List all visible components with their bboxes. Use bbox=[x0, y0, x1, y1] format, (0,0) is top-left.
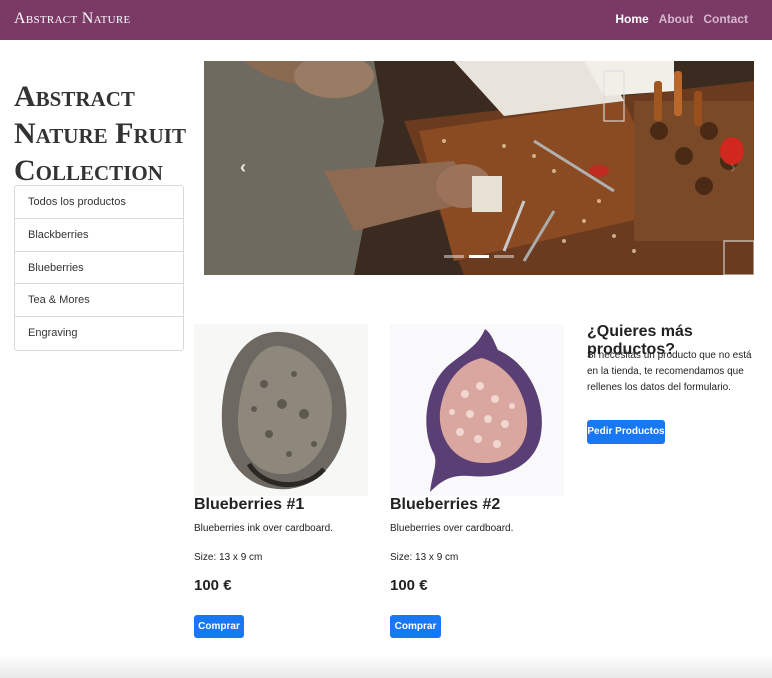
nav-link-contact[interactable]: Contact bbox=[703, 12, 748, 26]
product-name: Blueberries #1 bbox=[194, 496, 305, 513]
brand-logo[interactable]: Abstract Nature bbox=[14, 10, 131, 28]
category-item-tea-mores[interactable]: Tea & Mores bbox=[15, 284, 183, 318]
product-artwork-1 bbox=[194, 324, 368, 496]
carousel-next-icon[interactable]: › bbox=[730, 157, 736, 178]
nav-link-about[interactable]: About bbox=[659, 12, 694, 26]
product-name: Blueberries #2 bbox=[390, 496, 501, 513]
request-products-button[interactable]: Pedir Productos bbox=[587, 420, 665, 444]
product-price: 100 € bbox=[194, 577, 232, 594]
carousel-indicator-1[interactable] bbox=[444, 255, 464, 258]
product-size: Size: 13 x 9 cm bbox=[390, 552, 459, 563]
product-size: Size: 13 x 9 cm bbox=[194, 552, 263, 563]
product-image[interactable] bbox=[390, 324, 564, 496]
product-description: Blueberries over cardboard. bbox=[390, 523, 514, 534]
footer-shadow bbox=[0, 655, 772, 678]
product-price: 100 € bbox=[390, 577, 428, 594]
carousel-indicator-2[interactable] bbox=[469, 255, 489, 258]
category-item-engraving[interactable]: Engraving bbox=[15, 317, 183, 350]
top-navbar: Abstract Nature Home About Contact bbox=[0, 0, 772, 40]
buy-button[interactable]: Comprar bbox=[390, 615, 441, 638]
nav-links: Home About Contact bbox=[615, 12, 748, 26]
category-item-blueberries[interactable]: Blueberries bbox=[15, 252, 183, 285]
product-image[interactable] bbox=[194, 324, 368, 496]
carousel-indicator-3[interactable] bbox=[494, 255, 514, 258]
category-item-blackberries[interactable]: Blackberries bbox=[15, 219, 183, 252]
carousel-prev-icon[interactable]: ‹ bbox=[240, 157, 246, 178]
promo-text: Si necesitas un producto que no está en … bbox=[587, 350, 752, 393]
product-description: Blueberries ink over cardboard. bbox=[194, 523, 333, 534]
category-item-all[interactable]: Todos los productos bbox=[15, 186, 183, 219]
carousel-photo bbox=[204, 61, 754, 275]
page-title: Abstract Nature Fruit Collection bbox=[14, 80, 186, 187]
nav-link-home[interactable]: Home bbox=[615, 12, 648, 26]
category-menu: Todos los productos Blackberries Blueber… bbox=[14, 185, 184, 351]
product-artwork-2 bbox=[390, 324, 564, 496]
carousel-indicators bbox=[444, 255, 514, 258]
hero-carousel[interactable]: ‹ › bbox=[204, 61, 754, 275]
buy-button[interactable]: Comprar bbox=[194, 615, 244, 638]
